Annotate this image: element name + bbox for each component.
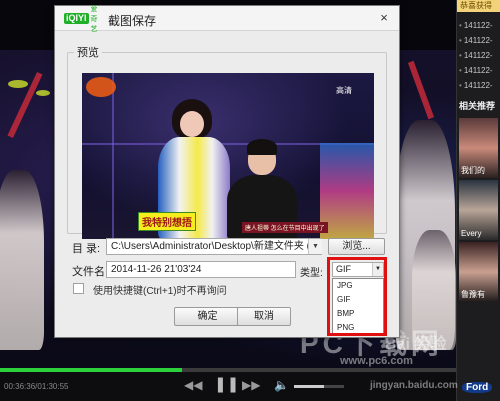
type-label: 类型:: [300, 268, 323, 279]
related-thumb[interactable]: 鲁豫有: [459, 242, 498, 302]
filename-label: 文件名:: [72, 266, 109, 278]
preview-image: 高清 我特别想捂 唐人祖蒂 怎么在节目中出现了: [82, 73, 374, 239]
sidebar-banner: 恭喜获得: [457, 0, 500, 12]
type-option-png[interactable]: PNG: [333, 321, 383, 335]
preview-group: 预览 高清 我特别想捂 唐人祖蒂 怎么在节目中出现了: [67, 44, 387, 239]
progress-bar[interactable]: [0, 368, 456, 372]
related-thumb-label: 鲁豫有: [461, 290, 485, 299]
volume-fill: [294, 385, 324, 388]
playlist: 141122- 141122- 141122- 141122- 141122-: [457, 12, 500, 93]
pause-icon[interactable]: ❚❚: [214, 375, 239, 393]
playlist-item[interactable]: 141122-: [457, 18, 500, 33]
prev-icon[interactable]: ◀◀: [184, 378, 202, 392]
time-display: 00:36:36/01:30:55: [4, 382, 69, 391]
dialog-titlebar: iQIYI 爱奇艺 截图保存 ×: [55, 5, 399, 33]
chevron-down-icon[interactable]: ▼: [308, 239, 322, 254]
volume-slider[interactable]: [294, 385, 344, 388]
progress-fill: [0, 368, 183, 372]
playlist-item[interactable]: 141122-: [457, 63, 500, 78]
type-select[interactable]: GIF ▼: [332, 262, 384, 277]
close-icon[interactable]: ×: [375, 9, 393, 27]
volume-icon[interactable]: 🔈: [274, 378, 289, 392]
dir-value: C:\Users\Administrator\Desktop\新建文件夹 (2): [111, 241, 319, 252]
app-logo: iQIYI 爱奇艺: [64, 5, 98, 33]
related-thumb-label: 我们的: [461, 166, 485, 175]
hd-badge: 高清: [336, 86, 352, 95]
preview-caption: 我特别想捂: [138, 212, 196, 231]
ok-button[interactable]: 确定: [174, 307, 241, 326]
playlist-sidebar: 恭喜获得 141122- 141122- 141122- 141122- 141…: [456, 0, 500, 401]
type-dropdown-list: JPG GIF BMP PNG: [332, 278, 384, 336]
dialog-title: 截图保存: [108, 14, 157, 28]
chevron-down-icon[interactable]: ▼: [372, 263, 383, 276]
dir-field[interactable]: C:\Users\Administrator\Desktop\新建文件夹 (2): [106, 238, 322, 255]
browse-button[interactable]: 浏览...: [328, 238, 385, 255]
playlist-item[interactable]: 141122-: [457, 78, 500, 93]
related-thumb[interactable]: Every: [459, 180, 498, 240]
type-option-bmp[interactable]: BMP: [333, 307, 383, 321]
cancel-button[interactable]: 取消: [237, 307, 291, 326]
related-title: 相关推荐: [459, 101, 496, 111]
dir-label: 目 录:: [72, 243, 101, 255]
filename-field[interactable]: 2014-11-26 21'03'24: [106, 261, 296, 278]
shortcut-checkbox-label: 使用快捷键(Ctrl+1)时不再询问: [93, 286, 227, 297]
related-thumb[interactable]: 我们的: [459, 118, 498, 178]
next-icon[interactable]: ▶▶: [242, 378, 260, 392]
channel-logo: [86, 77, 116, 97]
type-option-jpg[interactable]: JPG: [333, 279, 383, 293]
playlist-item[interactable]: 141122-: [457, 48, 500, 63]
type-option-gif[interactable]: GIF: [333, 293, 383, 307]
playlist-item[interactable]: 141122-: [457, 33, 500, 48]
preview-label: 预览: [77, 47, 99, 59]
ford-logo: Ford: [462, 382, 493, 393]
related-thumb-label: Every: [461, 229, 482, 238]
shortcut-checkbox[interactable]: [73, 283, 84, 294]
preview-ticker: 唐人祖蒂 怎么在节目中出现了: [242, 222, 328, 233]
watermark-jingyan: jingyan.baidu.com: [370, 380, 458, 391]
screenshot-save-dialog: iQIYI 爱奇艺 截图保存 × 预览 高清 我特别想捂 唐人祖蒂 怎么在节目中…: [54, 5, 400, 338]
watermark-site: www.pc6.com: [340, 355, 413, 367]
type-selected-value: GIF: [336, 264, 351, 274]
